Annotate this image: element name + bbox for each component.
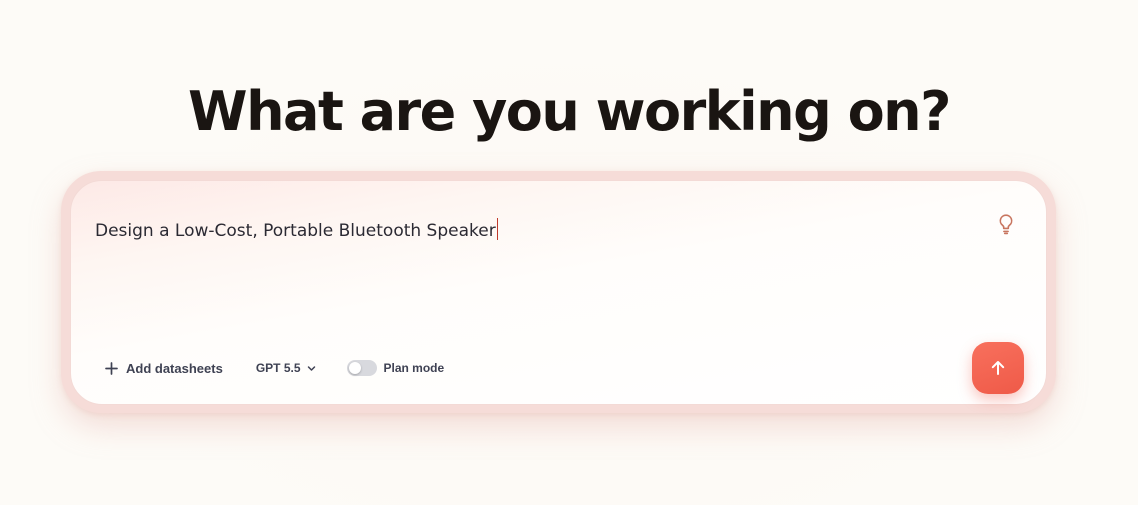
prompt-composer: Design a Low-Cost, Portable Bluetooth Sp… [70,180,1047,405]
text-caret [496,218,498,240]
add-datasheets-label: Add datasheets [126,360,223,376]
plan-mode-control: Plan mode [346,360,445,376]
chevron-down-icon [307,365,315,371]
toggle-knob [348,362,361,374]
page-title: What are you working on? [188,80,951,143]
prompt-input-value: Design a Low-Cost, Portable Bluetooth Sp… [95,221,496,241]
plan-mode-toggle[interactable] [346,360,377,376]
plan-mode-label: Plan mode [383,361,445,375]
prompt-input[interactable]: Design a Low-Cost, Portable Bluetooth Sp… [95,218,498,241]
model-selector[interactable]: GPT 5.5 [256,361,316,375]
page: What are you working on? Design a Low-Co… [0,0,1138,505]
model-selector-label: GPT 5.5 [255,361,301,375]
plus-icon [105,361,118,375]
composer-toolbar: Add datasheets GPT 5.5 Plan mode [105,358,444,378]
send-button[interactable] [972,342,1024,394]
lightbulb-icon[interactable] [997,213,1015,235]
add-datasheets-button[interactable]: Add datasheets [105,361,223,376]
arrow-up-icon [991,361,1005,375]
